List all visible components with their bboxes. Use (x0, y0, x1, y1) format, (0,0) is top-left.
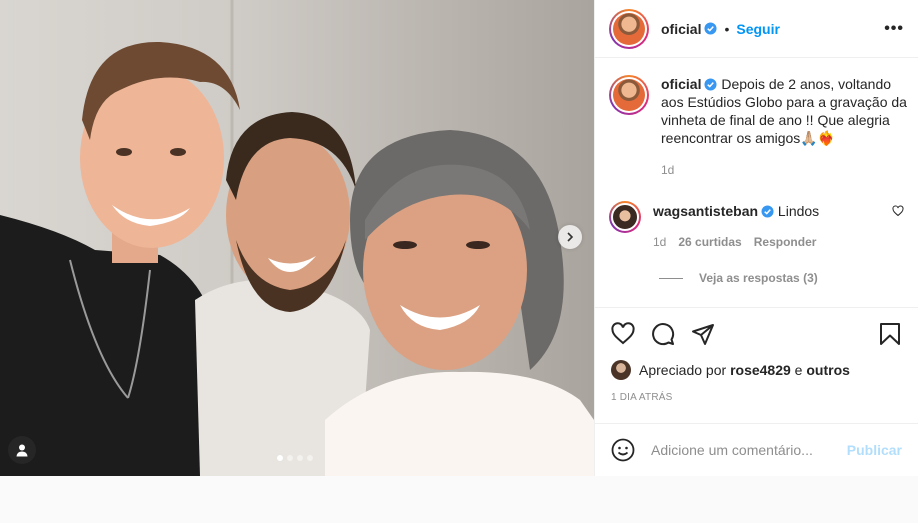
caption-author-avatar[interactable] (609, 75, 649, 115)
like-button[interactable] (611, 322, 635, 346)
comment-button[interactable] (651, 322, 675, 346)
carousel-dot (307, 455, 313, 461)
likes-prefix: Apreciado por (639, 362, 727, 378)
comment-username[interactable]: wagsantisteban (653, 203, 758, 219)
comments-section: oficial Depois de 2 anos, voltando aos E… (595, 59, 918, 307)
verified-icon (761, 205, 774, 218)
heart-icon (611, 322, 635, 345)
author-avatar[interactable] (609, 8, 649, 49)
post-timestamp: 1 DIA ATRÁS (611, 392, 673, 403)
verified-icon (704, 78, 718, 91)
post-actions: Apreciado por rose4829 e outros 1 DIA AT… (595, 307, 918, 403)
user-tag-button[interactable] (8, 436, 36, 464)
caption-time: 1d (661, 163, 675, 177)
view-replies-button[interactable]: Veja as respostas (3) (659, 271, 904, 285)
bookmark-icon (880, 323, 900, 345)
comment-like-icon[interactable] (892, 205, 904, 217)
more-icon[interactable]: ••• (884, 20, 904, 38)
share-button[interactable] (691, 322, 715, 346)
caption: oficial Depois de 2 anos, voltando aos E… (609, 75, 907, 177)
post-sidebar: oficial • Seguir ••• oficial Depois de 2… (594, 0, 918, 476)
publish-button[interactable]: Publicar (847, 442, 902, 458)
comment-time: 1d (653, 235, 667, 249)
comment-item: wagsantisteban Lindos 1d 26 curtidas Res… (609, 197, 904, 249)
chevron-right-icon (567, 232, 574, 242)
carousel-dot (287, 455, 293, 461)
next-slide-button[interactable] (558, 225, 582, 249)
follow-button[interactable]: Seguir (736, 21, 780, 37)
caption-username[interactable]: oficial (661, 76, 701, 92)
instagram-post: oficial • Seguir ••• oficial Depois de 2… (0, 0, 918, 476)
comment-input[interactable] (651, 442, 847, 458)
author-username[interactable]: oficial (661, 21, 701, 37)
user-tag-icon (16, 444, 28, 457)
emoji-button[interactable] (611, 438, 635, 462)
save-button[interactable] (878, 322, 902, 346)
share-icon (692, 324, 714, 345)
carousel-dot (277, 455, 283, 461)
likes-connector: e (794, 362, 803, 378)
carousel-dot (297, 455, 303, 461)
liker-avatar[interactable] (611, 360, 631, 380)
caption-text: oficial Depois de 2 anos, voltando aos E… (661, 75, 907, 147)
comment-likes[interactable]: 26 curtidas (678, 235, 741, 249)
separator: • (724, 20, 730, 37)
replies-divider (659, 277, 683, 279)
post-photo (0, 0, 594, 476)
emoji-icon (611, 438, 635, 462)
comment-icon (652, 323, 675, 346)
post-media[interactable] (0, 0, 594, 476)
likes-others[interactable]: outros (806, 362, 850, 378)
view-replies-label: Veja as respostas (3) (699, 271, 818, 285)
carousel-indicator (277, 455, 313, 461)
reply-button[interactable]: Responder (754, 235, 817, 249)
comment-text: Lindos (777, 203, 820, 219)
likes-summary: Apreciado por rose4829 e outros (611, 360, 902, 380)
add-comment-bar: Publicar (595, 423, 918, 476)
post-header: oficial • Seguir ••• (595, 0, 918, 58)
liker-username[interactable]: rose4829 (730, 362, 791, 378)
commenter-avatar[interactable] (609, 201, 641, 233)
verified-icon (704, 22, 718, 35)
